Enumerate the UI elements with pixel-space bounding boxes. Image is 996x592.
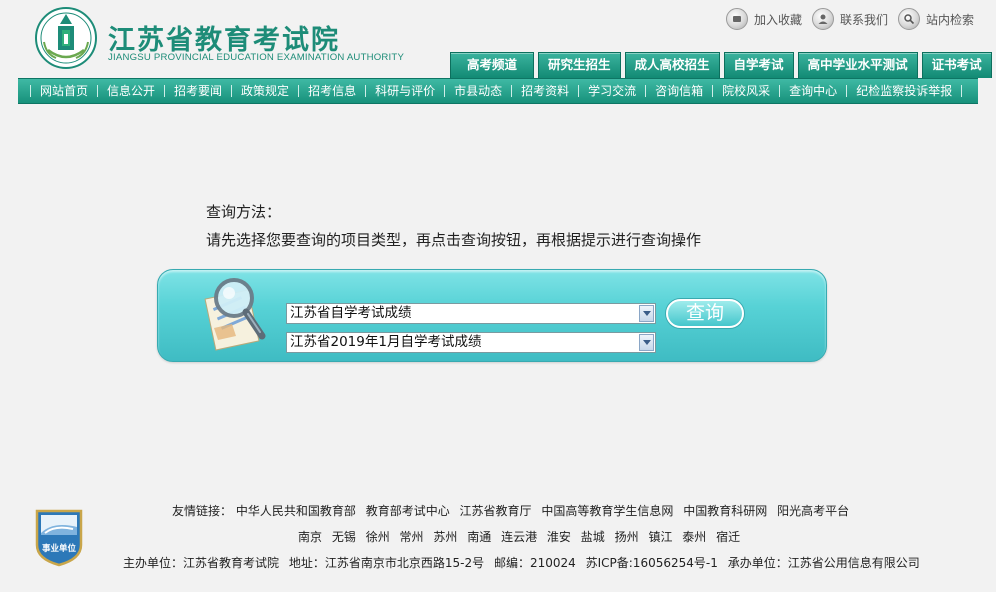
city-link[interactable]: 镇江 [648, 530, 672, 544]
channel-tabs: 高考频道 研究生招生 成人高校招生 自学考试 高中学业水平测试 证书考试 [450, 52, 992, 78]
icp-link[interactable]: 苏ICP备:16056254号-1 [586, 556, 718, 570]
friend-link-edu-research[interactable]: 中国教育科研网 [683, 504, 767, 518]
nav-item-mailbox[interactable]: 咨询信箱 [645, 85, 712, 97]
contact-us-link[interactable]: 联系我们 [811, 8, 888, 30]
site-name-english: JIANGSU PROVINCIAL EDUCATION EXAMINATION… [108, 52, 405, 63]
instructions-text: 请先选择您要查询的项目类型，再点击查询按钮，再根据提示进行查询操作 [206, 231, 702, 249]
top-links: 加入收藏 联系我们 站内检索 [725, 8, 974, 30]
query-type-value: 江苏省自学考试成绩 [290, 305, 412, 321]
public-institution-badge-icon[interactable]: 事业单位 [33, 505, 85, 567]
site-header: 江苏省教育考试院 JIANGSU PROVINCIAL EDUCATION EX… [0, 0, 996, 80]
site-search-label: 站内检索 [925, 12, 974, 27]
city-link[interactable]: 扬州 [615, 530, 639, 544]
friend-links-label: 友情链接： [172, 504, 233, 518]
main-nav: 网站首页 信息公开 招考要闻 政策规定 招考信息 科研与评价 市县动态 招考资料… [18, 78, 978, 104]
city-link[interactable]: 盐城 [581, 530, 605, 544]
friend-link-exam-center[interactable]: 教育部考试中心 [366, 504, 450, 518]
badge-label: 事业单位 [42, 543, 77, 554]
sponsor-value: 江苏省教育考试院 [183, 556, 280, 570]
nav-item-schools[interactable]: 院校风采 [712, 85, 779, 97]
school-emblem-icon[interactable] [34, 6, 98, 70]
friend-link-js-education[interactable]: 江苏省教育厅 [460, 504, 532, 518]
query-instructions: 查询方法： 请先选择您要查询的项目类型，再点击查询按钮，再根据提示进行查询操作 [206, 198, 701, 254]
nav-item-complaints[interactable]: 纪检监察投诉举报 [846, 85, 963, 97]
address-value: 江苏省南京市北京西路15-2号 [324, 556, 485, 570]
city-link[interactable]: 常州 [400, 530, 424, 544]
city-link[interactable]: 南通 [467, 530, 491, 544]
city-links: 南京 无锡 徐州 常州 苏州 南通 连云港 淮安 盐城 扬州 镇江 泰州 宿迁 [298, 528, 746, 545]
tab-adult-college[interactable]: 成人高校招生 [624, 52, 720, 78]
city-link[interactable]: 南京 [298, 530, 322, 544]
footer-info: 主办单位：江苏省教育考试院 地址：江苏省南京市北京西路15-2号 邮编：2100… [123, 554, 926, 571]
magnifier-map-icon [204, 278, 266, 351]
friend-link-chsi[interactable]: 中国高等教育学生信息网 [541, 504, 673, 518]
nav-item-query-center[interactable]: 查询中心 [779, 85, 846, 97]
nav-item-materials[interactable]: 招考资料 [511, 85, 578, 97]
nav-item-policies[interactable]: 政策规定 [231, 85, 298, 97]
city-link[interactable]: 苏州 [433, 530, 457, 544]
friend-link-moe[interactable]: 中华人民共和国教育部 [236, 504, 356, 518]
add-favorite-link[interactable]: 加入收藏 [725, 8, 802, 30]
city-link[interactable]: 淮安 [547, 530, 571, 544]
chevron-down-icon [639, 305, 654, 322]
nav-item-news[interactable]: 招考要闻 [164, 85, 231, 97]
search-icon [897, 8, 920, 30]
city-link[interactable]: 无锡 [332, 530, 356, 544]
organizer-value: 江苏省公用信息有限公司 [787, 556, 920, 570]
site-search-link[interactable]: 站内检索 [897, 8, 974, 30]
query-button[interactable]: 查询 [666, 299, 744, 328]
bookmark-icon [725, 8, 748, 30]
tab-gaokao[interactable]: 高考频道 [450, 52, 535, 78]
add-favorite-label: 加入收藏 [753, 12, 802, 27]
tab-high-school-test[interactable]: 高中学业水平测试 [797, 52, 918, 78]
nav-item-learning[interactable]: 学习交流 [578, 85, 645, 97]
tab-graduate[interactable]: 研究生招生 [538, 52, 621, 78]
postcode-label: 邮编： [493, 556, 530, 570]
query-panel: 江苏省自学考试成绩 江苏省2019年1月自学考试成绩 查询 [157, 269, 827, 362]
nav-item-research[interactable]: 科研与评价 [365, 85, 444, 97]
query-item-value: 江苏省2019年1月自学考试成绩 [290, 334, 482, 350]
city-link[interactable]: 徐州 [366, 530, 390, 544]
query-type-select[interactable]: 江苏省自学考试成绩 [286, 303, 656, 324]
chevron-down-icon [639, 334, 654, 351]
nav-item-city-news[interactable]: 市县动态 [444, 85, 511, 97]
friend-links: 友情链接： 中华人民共和国教育部 教育部考试中心 江苏省教育厅 中国高等教育学生… [172, 502, 855, 519]
instructions-title: 查询方法： [206, 203, 282, 221]
address-label: 地址： [288, 556, 325, 570]
city-link[interactable]: 连云港 [501, 530, 537, 544]
nav-item-exam-info[interactable]: 招考信息 [298, 85, 365, 97]
friend-link-gaokao-platform[interactable]: 阳光高考平台 [777, 504, 849, 518]
organizer-label: 承办单位： [727, 556, 788, 570]
tab-certificate-exam[interactable]: 证书考试 [921, 52, 992, 78]
sponsor-label: 主办单位： [123, 556, 184, 570]
contact-us-label: 联系我们 [839, 12, 888, 27]
contact-icon [811, 8, 834, 30]
nav-item-home[interactable]: 网站首页 [30, 85, 97, 97]
city-link[interactable]: 泰州 [682, 530, 706, 544]
nav-item-info-disclosure[interactable]: 信息公开 [97, 85, 164, 97]
city-link[interactable]: 宿迁 [716, 530, 740, 544]
query-item-select[interactable]: 江苏省2019年1月自学考试成绩 [286, 332, 656, 353]
postcode-value: 210024 [529, 556, 576, 570]
tab-self-study-exam[interactable]: 自学考试 [723, 52, 794, 78]
